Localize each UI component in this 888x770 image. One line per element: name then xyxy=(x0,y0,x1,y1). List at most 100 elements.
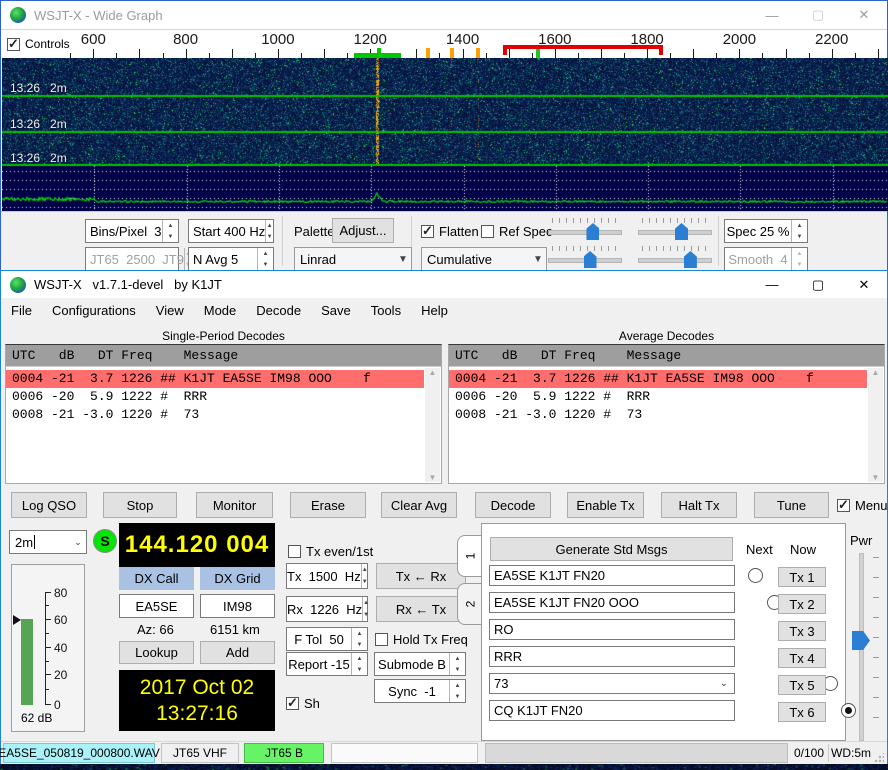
monitor-button[interactable]: Monitor xyxy=(196,492,273,518)
decode-table[interactable]: 0004 -21 3.7 1226 ## K1JT EA5SE IM98 OOO… xyxy=(449,366,884,483)
report-spinner[interactable]: Report -15▲▼ xyxy=(286,652,368,676)
decode-row[interactable]: 0006 -20 5.9 1222 # RRR xyxy=(449,388,884,406)
menu-help[interactable]: Help xyxy=(411,298,458,323)
wide-graph-titlebar[interactable]: WSJT-X - Wide Graph — ▢ ✕ xyxy=(1,1,887,29)
tx3-message-field[interactable]: RO xyxy=(489,619,735,640)
band-select[interactable]: 2m ⌄ xyxy=(9,530,87,554)
submode-spinner[interactable]: Submode B▲▼ xyxy=(374,652,466,676)
scrollbar[interactable]: ▲▼ xyxy=(425,368,440,482)
spinner-arrows-icon[interactable]: ▲▼ xyxy=(162,220,178,242)
menu-mode[interactable]: Mode xyxy=(194,298,247,323)
generate-std-msgs-button[interactable]: Generate Std Msgs xyxy=(490,537,733,561)
display-mode-select[interactable]: Cumulative▼ xyxy=(421,247,547,271)
clear-avg-button[interactable]: Clear Avg xyxy=(381,492,457,518)
pwr-slider[interactable] xyxy=(851,553,881,739)
f-tol-spinner[interactable]: F Tol 50▲▼ xyxy=(286,627,368,651)
flatten-checkbox[interactable] xyxy=(421,225,434,238)
controls-checkbox[interactable] xyxy=(7,38,20,51)
tx1-next-radio[interactable] xyxy=(748,568,763,583)
log-qso-button[interactable]: Log QSO xyxy=(11,492,87,518)
menu-file[interactable]: File xyxy=(1,298,42,323)
tx4-now-button[interactable]: Tx 4 xyxy=(778,648,826,668)
menus-checkbox-row[interactable]: Menus xyxy=(837,498,888,513)
add-button[interactable]: Add xyxy=(200,641,275,664)
tx1-message-field[interactable]: EA5SE K1JT FN20 xyxy=(489,565,735,586)
spectrum-zero-slider[interactable] xyxy=(638,246,712,268)
menu-decode[interactable]: Decode xyxy=(246,298,311,323)
tx-from-rx-button[interactable]: Tx ← Rx xyxy=(376,563,466,589)
hold-tx-checkbox[interactable] xyxy=(375,633,388,646)
tx2-now-button[interactable]: Tx 2 xyxy=(778,594,826,614)
spec-percent-spinner[interactable]: Spec 25 %▲▼ xyxy=(724,219,808,243)
spectrum-gain-slider[interactable] xyxy=(548,246,622,268)
decode-table[interactable]: 0004 -21 3.7 1226 ## K1JT EA5SE IM98 OOO… xyxy=(6,366,441,483)
stop-button[interactable]: Stop xyxy=(103,492,177,518)
n-avg-spinner[interactable]: N Avg 5▲▼ xyxy=(188,247,274,271)
pwr-slider-handle[interactable] xyxy=(852,631,870,650)
rx-from-tx-button[interactable]: Rx ← Tx xyxy=(376,596,466,622)
waterfall-spectrum-display[interactable] xyxy=(2,58,888,211)
tx5-message-combo[interactable]: 73⌄ xyxy=(489,673,735,694)
spinner-arrows-icon[interactable]: ▲▼ xyxy=(449,653,465,675)
tx-even-checkbox[interactable] xyxy=(288,545,301,558)
dx-call-field[interactable]: EA5SE xyxy=(119,594,194,618)
spinner-arrows-icon[interactable]: ▲▼ xyxy=(265,220,273,242)
rig-status-button[interactable]: S xyxy=(93,529,117,553)
erase-button[interactable]: Erase xyxy=(290,492,366,518)
submodes-spinner[interactable]: JT65 2500 JT9▲▼ xyxy=(85,247,179,271)
spinner-arrows-icon[interactable]: ▲▼ xyxy=(361,564,368,588)
spinner-arrows-icon[interactable]: ▲▼ xyxy=(362,597,369,621)
dx-grid-button[interactable]: DX Grid xyxy=(200,567,275,590)
minimize-icon[interactable]: — xyxy=(749,1,795,29)
spinner-arrows-icon[interactable]: ▲▼ xyxy=(351,653,367,675)
main-titlebar[interactable]: WSJT-X v1.7.1-devel by K1JT — ▢ ✕ xyxy=(1,271,887,298)
ref-spec-checkbox[interactable] xyxy=(481,225,494,238)
decode-row[interactable]: 0008 -21 -3.0 1220 # 73 xyxy=(449,406,884,424)
decode-row[interactable]: 0004 -21 3.7 1226 ## K1JT EA5SE IM98 OOO… xyxy=(449,370,867,388)
tx5-now-button[interactable]: Tx 5 xyxy=(778,675,826,695)
tab-2[interactable]: 2 xyxy=(457,583,482,625)
maximize-icon[interactable]: ▢ xyxy=(795,271,841,298)
decode-row[interactable]: 0008 -21 -3.0 1220 # 73 xyxy=(6,406,441,424)
waterfall-gain-slider[interactable] xyxy=(548,218,622,240)
rx-freq-spinner[interactable]: Rx 1226 Hz▲▼ xyxy=(286,596,368,622)
flatten-checkbox-row[interactable]: Flatten xyxy=(421,224,479,239)
decode-row[interactable]: 0006 -20 5.9 1222 # RRR xyxy=(6,388,441,406)
tx2-message-field[interactable]: EA5SE K1JT FN20 OOO xyxy=(489,592,735,613)
tx1-now-button[interactable]: Tx 1 xyxy=(778,567,826,587)
close-icon[interactable]: ✕ xyxy=(841,1,887,29)
decode-row[interactable]: 0004 -21 3.7 1226 ## K1JT EA5SE IM98 OOO… xyxy=(6,370,424,388)
tune-button[interactable]: Tune xyxy=(754,492,829,518)
spinner-arrows-icon[interactable]: ▲▼ xyxy=(449,680,465,702)
tx-freq-spinner[interactable]: Tx 1500 Hz▲▼ xyxy=(286,563,368,589)
lookup-button[interactable]: Lookup xyxy=(119,641,194,664)
ref-spec-checkbox-row[interactable]: Ref Spec xyxy=(481,224,552,239)
smooth-spinner[interactable]: Smooth 4▲▼ xyxy=(724,247,808,271)
palette-select[interactable]: Linrad▼ xyxy=(294,247,412,271)
resize-grip[interactable] xyxy=(874,753,884,763)
spinner-arrows-icon[interactable]: ▲▼ xyxy=(351,628,367,650)
sh-checkbox-row[interactable]: Sh xyxy=(286,696,320,711)
menu-view[interactable]: View xyxy=(146,298,194,323)
dx-call-button[interactable]: DX Call xyxy=(119,567,194,590)
spinner-arrows-icon[interactable]: ▲▼ xyxy=(257,248,273,270)
dx-grid-field[interactable]: IM98 xyxy=(200,594,275,618)
maximize-icon[interactable]: ▢ xyxy=(795,1,841,29)
tab-1[interactable]: 1 xyxy=(457,535,482,577)
minimize-icon[interactable]: — xyxy=(749,271,795,298)
spinner-arrows-icon[interactable]: ▲▼ xyxy=(791,220,807,242)
tx-even-checkbox-row[interactable]: Tx even/1st xyxy=(288,544,373,559)
tx4-message-field[interactable]: RRR xyxy=(489,646,735,667)
bins-pixel-spinner[interactable]: Bins/Pixel 3▲▼ xyxy=(85,219,179,243)
tx6-now-button[interactable]: Tx 6 xyxy=(778,702,826,722)
menus-checkbox[interactable] xyxy=(837,499,850,512)
menu-configurations[interactable]: Configurations xyxy=(42,298,146,323)
tx3-now-button[interactable]: Tx 3 xyxy=(778,621,826,641)
close-icon[interactable]: ✕ xyxy=(841,271,887,298)
frequency-scale[interactable]: Controls 6008001000120014001600180020002… xyxy=(1,29,887,59)
decode-button[interactable]: Decode xyxy=(475,492,551,518)
waterfall-zero-slider[interactable] xyxy=(638,218,712,240)
controls-checkbox-row[interactable]: Controls xyxy=(7,37,74,51)
enable-tx-button[interactable]: Enable Tx xyxy=(567,492,644,518)
halt-tx-button[interactable]: Halt Tx xyxy=(661,492,737,518)
